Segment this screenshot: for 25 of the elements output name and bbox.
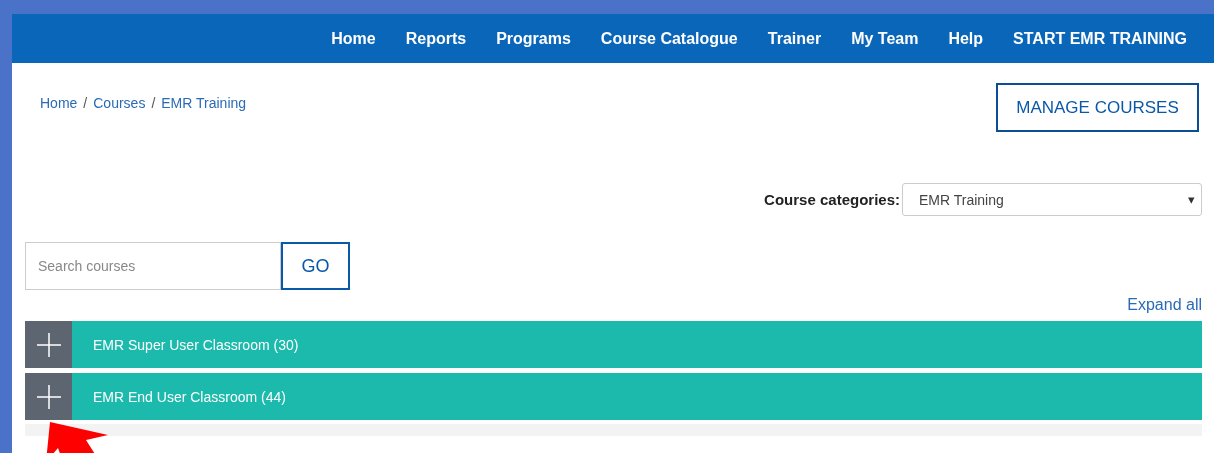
breadcrumb-link[interactable]: Courses	[93, 95, 146, 111]
expand-all-link[interactable]: Expand all	[1127, 296, 1202, 314]
nav-link[interactable]: START EMR TRAINING	[1013, 29, 1187, 48]
manage-courses-button[interactable]: MANAGE COURSES	[996, 83, 1199, 132]
nav-link[interactable]: My Team	[851, 29, 919, 48]
plus-icon	[34, 382, 63, 411]
search-field[interactable]: Search courses	[25, 242, 281, 290]
go-button[interactable]: GO	[281, 242, 350, 290]
plus-icon	[34, 330, 63, 359]
nav-link[interactable]: Programs	[496, 29, 571, 48]
nav-link[interactable]: Trainer	[767, 29, 822, 48]
category-name: EMR Super User Classroom (30)	[93, 336, 299, 353]
expand-toggle[interactable]	[25, 373, 72, 420]
breadcrumb-separator: /	[151, 95, 156, 111]
category-label: Course categories:	[764, 191, 900, 208]
nav-link[interactable]: Home	[331, 29, 376, 48]
nav-link[interactable]: Help	[948, 29, 984, 48]
category-name: EMR End User Classroom (44)	[93, 388, 286, 405]
nav-link[interactable]: Reports	[405, 29, 467, 48]
category-select[interactable]: EMR Training ▾	[902, 183, 1202, 216]
breadcrumb-separator: /	[83, 95, 88, 111]
expand-toggle[interactable]	[25, 321, 72, 368]
breadcrumb-link[interactable]: Home	[40, 95, 78, 111]
breadcrumb-link[interactable]: EMR Training	[161, 95, 247, 111]
nav-link[interactable]: Course Catalogue	[600, 29, 738, 48]
